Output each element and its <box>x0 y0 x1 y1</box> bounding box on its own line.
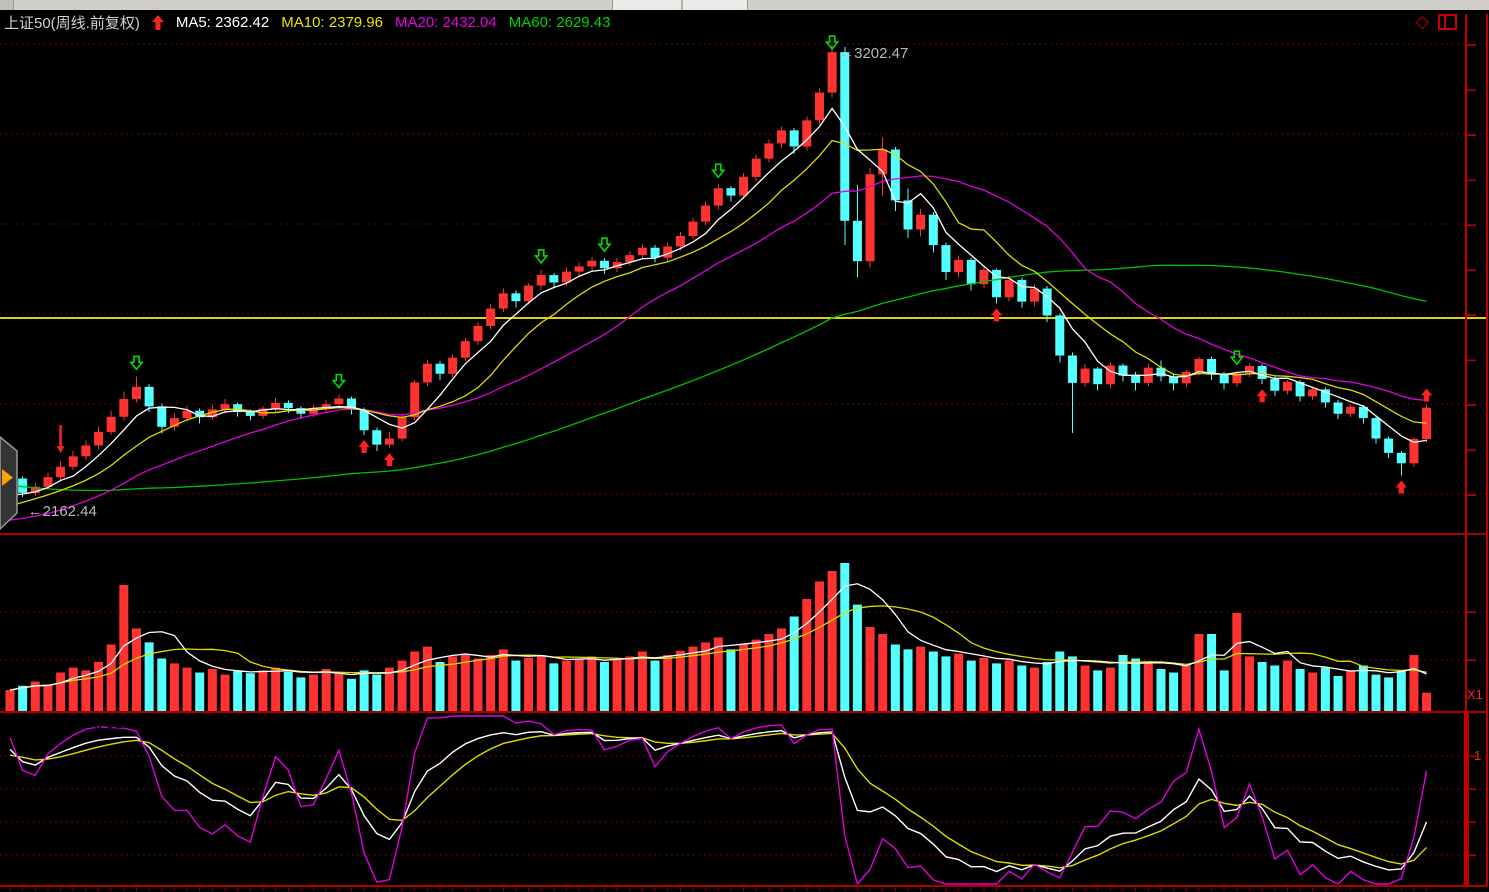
buy-marker <box>1396 480 1407 493</box>
kdj-k-line <box>10 731 1427 872</box>
signal-markers <box>57 36 1433 493</box>
low-price-label: ←2162.44 <box>28 503 97 520</box>
note-down-arrow <box>57 446 65 453</box>
bottom-tick-strip <box>10 888 1427 892</box>
ma20-line <box>10 176 1427 520</box>
sell-marker <box>713 164 724 177</box>
buy-marker <box>1257 389 1268 402</box>
buy-marker <box>991 308 1002 321</box>
kdj-k-line-group <box>10 731 1427 872</box>
sell-marker <box>333 375 344 388</box>
peak-price-label: ←3202.47 <box>839 45 908 62</box>
sell-marker <box>536 250 547 263</box>
volume-bars <box>6 563 1432 711</box>
buy-marker <box>384 453 395 466</box>
kdj-k-value: K: 51.98 <box>88 715 144 733</box>
chart-canvas[interactable]: ←3202.47 ←2162.44 <box>0 0 1489 892</box>
candlestick-series <box>6 45 1432 497</box>
price-extreme-labels: ←3202.47 ←2162.44 <box>28 45 909 520</box>
ma60-group <box>10 265 1427 490</box>
kdj-title: KDJ(9,3,3) <box>4 715 76 733</box>
ma5-group <box>10 108 1427 495</box>
gridlines <box>0 44 1487 855</box>
volume-header: VOLUME: 26237200.00 MA5: 84515984.00 MA1… <box>4 538 452 556</box>
x1-scale-label: X1 <box>1467 687 1483 702</box>
kdj-j-value: J: 77.91 <box>224 715 277 733</box>
volume-ma10-value: MA10: 95292112.00 <box>318 538 452 556</box>
volume-value: VOLUME: 26237200.00 <box>4 538 163 556</box>
buy-marker <box>359 440 370 453</box>
kdj-scale-label: 1 <box>1474 748 1481 763</box>
ma20-group <box>10 176 1427 520</box>
price-axis <box>0 14 1487 886</box>
sell-marker <box>599 238 610 251</box>
trading-terminal: 上证50(周线.前复权) MA5: 2362.42 MA10: 2379.96 … <box>0 0 1489 892</box>
kdj-header: KDJ(9,3,3) K: 51.98 D: 39.02 J: 77.91 <box>4 715 278 733</box>
sell-marker <box>131 356 142 369</box>
sidebar-collapse-tab <box>0 437 17 529</box>
ma60-line <box>10 265 1427 490</box>
kdj-d-value: D: 39.02 <box>156 715 213 733</box>
ma5-line <box>10 108 1427 495</box>
volume-ma5-value: MA5: 84515984.00 <box>177 538 304 556</box>
